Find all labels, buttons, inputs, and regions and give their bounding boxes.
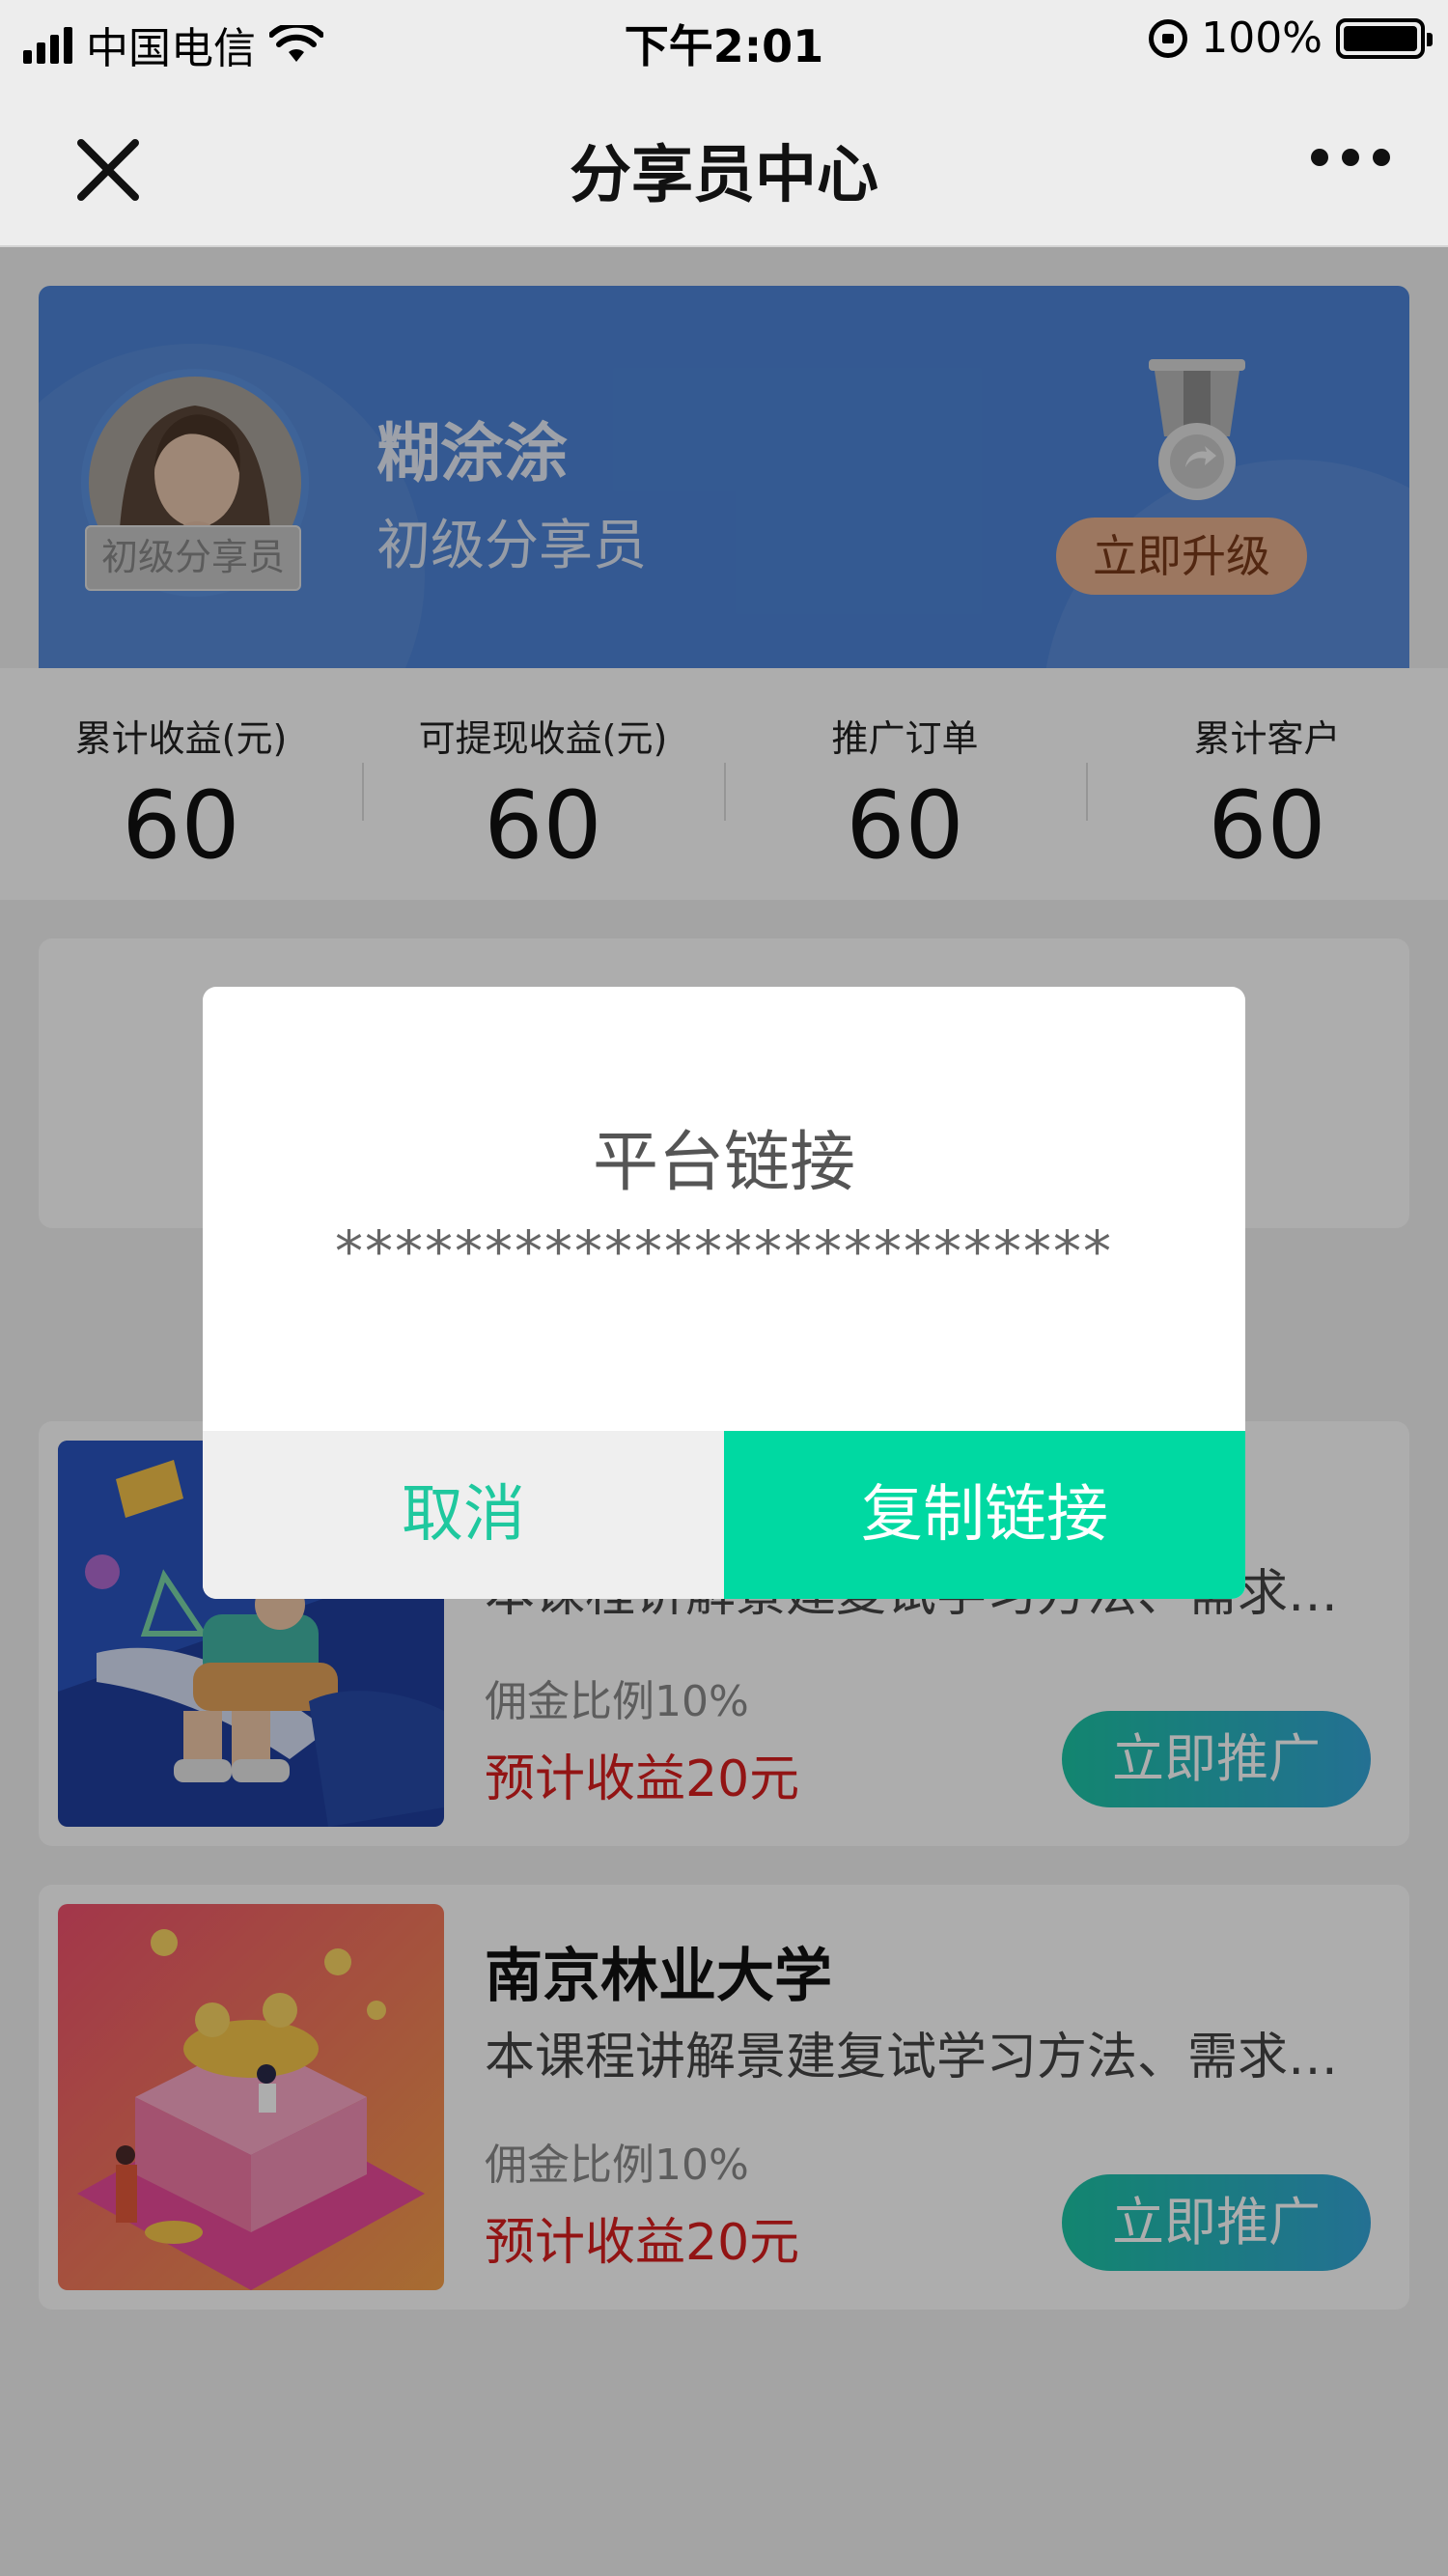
copy-link-button[interactable]: 复制链接 bbox=[724, 1431, 1245, 1599]
status-bar: 中国电信 下午2:01 100% bbox=[0, 0, 1448, 81]
link-modal: 平台链接 ************************** 取消 复制链接 bbox=[203, 987, 1245, 1599]
battery-icon bbox=[1336, 17, 1433, 59]
page-title: 分享员中心 bbox=[570, 140, 878, 211]
cancel-button[interactable]: 取消 bbox=[203, 1431, 724, 1599]
nav-bar: 分享员中心 bbox=[0, 81, 1448, 247]
modal-title: 平台链接 bbox=[592, 1125, 855, 1201]
more-icon[interactable] bbox=[1311, 149, 1390, 166]
orientation-lock-icon bbox=[1149, 18, 1188, 58]
battery-percent: 100% bbox=[1201, 14, 1323, 63]
status-right: 100% bbox=[1149, 14, 1433, 63]
modal-link-text: ************************** bbox=[335, 1218, 1113, 1284]
